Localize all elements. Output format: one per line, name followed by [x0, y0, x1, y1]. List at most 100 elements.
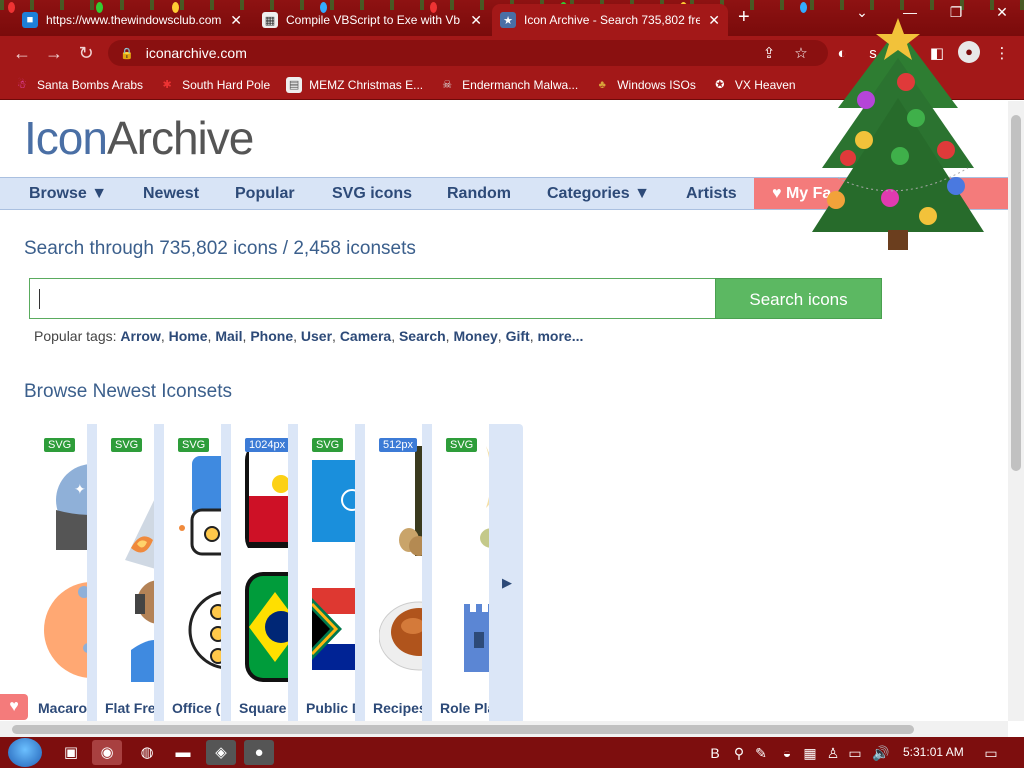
close-tab-icon[interactable]: ✕ — [708, 12, 720, 29]
close-window-button[interactable]: ✕ — [982, 4, 1022, 21]
lock-icon[interactable]: 🔒 — [120, 47, 134, 60]
tag-link[interactable]: Search — [399, 328, 446, 344]
svg-badge: SVG — [446, 438, 478, 452]
file-explorer-icon[interactable]: ▬ — [168, 740, 198, 765]
search-input[interactable] — [29, 278, 716, 319]
volume-icon[interactable]: 🔊 — [872, 744, 890, 762]
bookmark-item[interactable]: ☠ Endermanch Malwa... — [439, 77, 578, 93]
app-icon[interactable]: ◈ — [206, 740, 236, 765]
bookmark-item[interactable]: ♣ Windows ISOs — [594, 77, 696, 93]
grid-tray-icon[interactable]: ▦ — [801, 744, 819, 762]
tag-link[interactable]: Camera — [340, 328, 391, 344]
bookmark-item[interactable]: ✪ VX Heaven — [712, 77, 795, 93]
nav-categories[interactable]: Categories ▼ — [547, 178, 650, 209]
tab-title: https://www.thewindowsclub.com — [46, 13, 222, 27]
tag-link[interactable]: Money — [453, 328, 497, 344]
iconset-card[interactable]: 512px Recipes — [365, 424, 427, 721]
address-bar[interactable]: 🔒 iconarchive.com — [108, 40, 828, 66]
back-button[interactable]: ← — [10, 42, 34, 64]
nav-browse[interactable]: Browse ▼ — [29, 178, 107, 209]
scrollbar-thumb[interactable] — [12, 725, 914, 734]
heart-icon[interactable]: ♥ — [0, 694, 28, 720]
iconset-name[interactable]: Recipes — [373, 700, 422, 716]
pen-icon[interactable]: ✎ — [752, 744, 770, 762]
forward-button[interactable]: → — [42, 42, 66, 64]
reload-button[interactable]: ↻ — [74, 42, 98, 64]
close-tab-icon[interactable]: ✕ — [230, 12, 242, 29]
tag-link[interactable]: Phone — [250, 328, 293, 344]
iconset-name[interactable]: Macaron — [38, 700, 87, 716]
popular-tags-label: Popular tags: — [34, 328, 117, 344]
nav-newest[interactable]: Newest — [143, 178, 199, 209]
windows-favicon-icon: ■ — [22, 12, 38, 28]
rocket-icon — [111, 460, 154, 570]
christmas-tree-decoration — [812, 18, 984, 250]
person-tray-icon[interactable]: ♙ — [824, 744, 842, 762]
snowflake-icon: ✱ — [162, 78, 172, 91]
vertical-scrollbar[interactable] — [1008, 101, 1024, 721]
tab-thewindowsclub[interactable]: ■ https://www.thewindowsclub.com ✕ — [14, 4, 250, 36]
iconset-card[interactable]: 1024px Square — [231, 424, 293, 721]
tag-link[interactable]: Gift — [506, 328, 530, 344]
bookmark-item[interactable]: ▤ MEMZ Christmas E... — [286, 76, 423, 93]
wine-bottle-icon — [379, 446, 422, 556]
scrollbar-thumb[interactable] — [1011, 115, 1021, 471]
iconset-card[interactable]: ✦ SVG Macaron — [30, 424, 92, 721]
tab-compile-vbscript[interactable]: ▦ Compile VBScript to Exe with Vb ✕ — [254, 4, 490, 36]
network-icon[interactable]: ▭ — [846, 744, 864, 762]
iconset-name[interactable]: Flat Free — [105, 700, 154, 716]
bookmark-item[interactable]: ☃ Santa Bombs Arabs — [14, 77, 143, 93]
tab-title: Compile VBScript to Exe with Vb — [286, 13, 461, 27]
site-logo[interactable]: IconArchive — [24, 111, 254, 165]
page-icon: ▤ — [286, 76, 303, 93]
notifications-icon[interactable]: ▭ — [982, 744, 1000, 762]
bold-b-icon[interactable]: B — [706, 744, 724, 762]
clock[interactable]: 5:31:01 AM — [903, 745, 964, 759]
skull-icon: ☠ — [442, 78, 453, 91]
bookmark-label: Santa Bombs Arabs — [37, 77, 144, 92]
search-heading: Search through 735,802 icons / 2,458 ico… — [24, 238, 416, 259]
tag-link[interactable]: Home — [169, 328, 208, 344]
iconset-card[interactable]: SVG Office (1 — [164, 424, 226, 721]
size-badge: 512px — [379, 438, 417, 452]
record-icon[interactable]: ● — [244, 740, 274, 765]
star-favicon-icon: ★ — [500, 12, 516, 28]
task-view-icon[interactable]: ▣ — [56, 740, 86, 765]
nav-svg-icons[interactable]: SVG icons — [332, 178, 412, 209]
iconset-card[interactable]: SVG Flat Free — [97, 424, 159, 721]
nav-random[interactable]: Random — [447, 178, 511, 209]
svg-badge: SVG — [178, 438, 210, 452]
search-tray-icon[interactable]: ⚲ — [730, 744, 748, 762]
new-tab-button[interactable]: + — [738, 6, 750, 29]
iconset-card[interactable]: SVG Role Pla — [432, 424, 494, 721]
tag-link[interactable]: Mail — [215, 328, 242, 344]
iconset-name[interactable]: Role Pla — [440, 700, 489, 716]
iconset-card[interactable]: SVG Public D — [298, 424, 360, 721]
close-tab-icon[interactable]: ✕ — [470, 12, 482, 29]
bookmark-label: Endermanch Malwa... — [462, 77, 579, 92]
castle-icon — [446, 572, 489, 682]
bookmark-item[interactable]: ✱ South Hard Pole — [159, 77, 270, 93]
tag-link[interactable]: Arrow — [120, 328, 160, 344]
iconset-name[interactable]: Office (1 — [172, 700, 221, 716]
nav-artists[interactable]: Artists — [686, 178, 737, 209]
firefox-icon[interactable]: ◍ — [132, 740, 162, 765]
svg-badge: SVG — [111, 438, 143, 452]
logo-part-archive-text: Archive — [106, 112, 254, 164]
iconset-name[interactable]: Public D — [306, 700, 355, 716]
tag-link[interactable]: User — [301, 328, 332, 344]
iconset-name[interactable]: Square — [239, 700, 286, 716]
start-button[interactable] — [8, 738, 42, 767]
horizontal-scrollbar[interactable] — [0, 721, 1008, 737]
carousel-next-icon[interactable]: ▶ — [502, 575, 512, 591]
logo-part-icon-text: Icon — [24, 112, 108, 164]
search-icons-button[interactable]: Search icons — [715, 278, 882, 319]
share-icon[interactable]: ⇪ — [758, 43, 780, 65]
pill-bottle-icon — [178, 446, 221, 556]
tag-more-link[interactable]: more... — [537, 328, 583, 344]
tab-icon-archive[interactable]: ★ Icon Archive - Search 735,802 fre ✕ — [492, 4, 728, 36]
nav-popular[interactable]: Popular — [235, 178, 295, 209]
tray-app-icon[interactable]: ◒ — [778, 744, 796, 762]
chrome-icon[interactable]: ◉ — [92, 740, 122, 765]
menu-dots-icon[interactable]: ⋮ — [991, 43, 1013, 65]
